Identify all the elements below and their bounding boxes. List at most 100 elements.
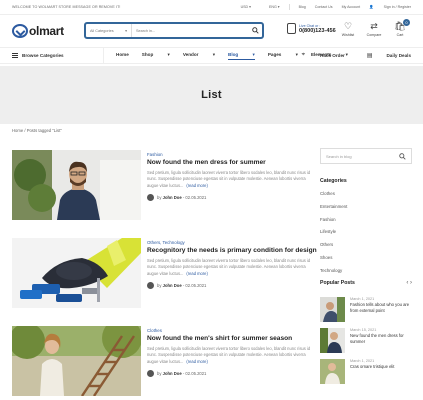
popular-post-date: March 15, 2021 — [350, 328, 377, 332]
main-nav: Browse Categories Home Shop ▾ Vendor ▾ B… — [0, 47, 423, 64]
phone-icon — [287, 23, 296, 34]
category-item[interactable]: Clothes — [320, 188, 412, 201]
nav-vendor[interactable]: Vendor ▾ — [183, 52, 215, 60]
category-item[interactable]: Fashion — [320, 214, 412, 227]
search-input[interactable]: Search in... — [132, 29, 248, 33]
post-thumbnail[interactable] — [12, 238, 141, 308]
author-avatar — [147, 193, 154, 201]
nav-home[interactable]: Home — [116, 52, 129, 60]
blog-post: Others, Technology Recognitory the needs… — [12, 238, 317, 308]
post-title[interactable]: Recognitory the needs is primary conditi… — [147, 247, 317, 255]
page-title: List — [201, 89, 222, 101]
logo[interactable]: olmart — [12, 24, 84, 38]
next-arrow-icon[interactable]: › — [410, 280, 412, 286]
category-item[interactable]: Others — [320, 239, 412, 252]
nav-blog[interactable]: Blog ▾ — [228, 52, 255, 60]
my-account-link[interactable]: My Account — [342, 5, 361, 9]
search-icon — [251, 27, 259, 34]
author-avatar — [147, 369, 154, 377]
wishlist-button[interactable]: ♡ Wishlist — [339, 21, 357, 37]
post-meta: by John Doe - 02.05.2021 — [147, 281, 317, 289]
page-banner: List — [0, 66, 423, 124]
post-author[interactable]: John Doe — [163, 283, 182, 288]
contact-link[interactable]: Contact Us — [315, 5, 333, 9]
popular-post-thumbnail — [320, 328, 345, 353]
post-excerpt: Sed pretium, ligula sollicitudin laoreet… — [147, 169, 311, 188]
currency-select[interactable]: USD ▾ — [232, 5, 251, 9]
post-category[interactable]: Clothes — [147, 328, 317, 333]
category-item[interactable]: Technology — [320, 265, 412, 278]
chevron-down-icon: ▾ — [125, 29, 127, 33]
post-meta: by John Doe - 02.05.2021 — [147, 193, 317, 201]
category-item[interactable]: Lifestyle — [320, 226, 412, 239]
daily-deals-link[interactable]: ▤ Daily Deals — [356, 52, 411, 59]
popular-posts-heading: Popular Posts — [320, 280, 355, 286]
compare-button[interactable]: ⇄ Compare — [365, 21, 383, 37]
browse-categories-button[interactable]: Browse Categories — [12, 48, 104, 63]
top-bar: WELCOME TO WOLMART STORE MESSAGE OR REMO… — [0, 0, 423, 15]
search-icon[interactable] — [399, 152, 406, 160]
language-select[interactable]: ENG ▾ — [260, 5, 280, 9]
post-title[interactable]: Now found the men's shirt for summer sea… — [147, 335, 317, 343]
search-button[interactable] — [248, 27, 262, 34]
breadcrumb: Home / Posts tagged "List" — [12, 128, 62, 133]
popular-posts-header: Popular Posts ‹ › — [320, 280, 412, 286]
tag-icon: ▤ — [366, 53, 373, 59]
header: olmart All Categories ▾ Search in... Live… — [0, 15, 423, 47]
search-category-select[interactable]: All Categories ▾ — [86, 24, 132, 37]
breadcrumb-home[interactable]: Home — [12, 128, 23, 133]
blog-link[interactable]: Blog — [299, 5, 306, 9]
search-bar: All Categories ▾ Search in... — [84, 22, 264, 39]
post-date: 02.05.2021 — [185, 194, 207, 200]
post-thumbnail[interactable] — [12, 326, 141, 396]
author-avatar — [147, 281, 154, 289]
post-date: 02.05.2021 — [185, 282, 207, 288]
breadcrumb-current: Posts tagged "List" — [26, 128, 62, 133]
popular-post[interactable]: March 1, 2021 Cras ornare tristique elit — [320, 359, 412, 384]
read-more-link[interactable]: (read more) — [186, 183, 207, 188]
popular-post-thumbnail — [320, 359, 345, 384]
post-meta: by John Doe - 02.05.2021 — [147, 369, 317, 377]
blog-post: Fashion Now found the men dress for summ… — [12, 150, 312, 220]
divider — [288, 4, 290, 10]
post-excerpt: Sed pretium, ligula sollicitudin laoreet… — [147, 345, 311, 364]
popular-post-title[interactable]: Fashion tells about who you are from ext… — [350, 302, 412, 313]
read-more-link[interactable]: (read more) — [186, 271, 207, 276]
cart-button[interactable]: 🛍 Cart 0 — [391, 19, 410, 37]
categories-heading: Categories — [320, 178, 347, 184]
post-category[interactable]: Fashion — [147, 152, 317, 157]
post-excerpt: Sed pretium, ligula sollicitudin laoreet… — [147, 257, 311, 276]
location-icon: ⌖ — [301, 52, 306, 58]
read-more-link[interactable]: (read more) — [186, 359, 207, 364]
category-item[interactable]: Entertainment — [320, 201, 412, 214]
logo-mark-icon — [12, 24, 28, 38]
post-category[interactable]: Others, Technology — [147, 240, 317, 245]
live-chat[interactable]: Live Chat or : 0(800)123-456 — [287, 23, 336, 34]
sidebar: Search in blog Categories Clothes Entert… — [320, 148, 412, 278]
popular-post-date: March 1, 2021 — [350, 297, 375, 301]
heart-icon: ♡ — [343, 20, 353, 31]
category-list: Clothes Entertainment Fashion Lifestyle … — [320, 188, 412, 278]
welcome-message: WELCOME TO WOLMART STORE MESSAGE OR REMO… — [12, 5, 121, 9]
compare-icon: ⇄ — [370, 20, 378, 31]
sign-in-link[interactable]: 👤 Sign in / Register — [369, 5, 411, 9]
post-author[interactable]: John Doe — [163, 195, 182, 200]
track-order-link[interactable]: ⌖ Track Order — [291, 52, 345, 59]
prev-arrow-icon[interactable]: ‹ — [406, 280, 408, 286]
blog-post: Clothes Now found the men's shirt for su… — [12, 326, 312, 396]
popular-post-date: March 1, 2021 — [350, 359, 375, 363]
popular-post[interactable]: March 15, 2021 New found the men dress f… — [320, 328, 412, 353]
blog-search-input[interactable]: Search in blog — [320, 148, 412, 164]
post-date: 02.05.2021 — [185, 370, 207, 376]
popular-post[interactable]: March 1, 2021 Fashion tells about who yo… — [320, 297, 412, 322]
post-title[interactable]: Now found the men dress for summer — [147, 159, 317, 167]
nav-shop[interactable]: Shop ▾ — [142, 52, 170, 60]
popular-post-title[interactable]: New found the men dress for summer — [350, 333, 412, 344]
popular-post-thumbnail — [320, 297, 345, 322]
post-author[interactable]: John Doe — [163, 371, 182, 376]
cart-count-badge: 0 — [403, 19, 410, 26]
popular-post-title[interactable]: Cras ornare tristique elit — [350, 364, 394, 370]
menu-icon — [12, 53, 18, 58]
category-item[interactable]: Shoes — [320, 252, 412, 265]
post-thumbnail[interactable] — [12, 150, 141, 220]
